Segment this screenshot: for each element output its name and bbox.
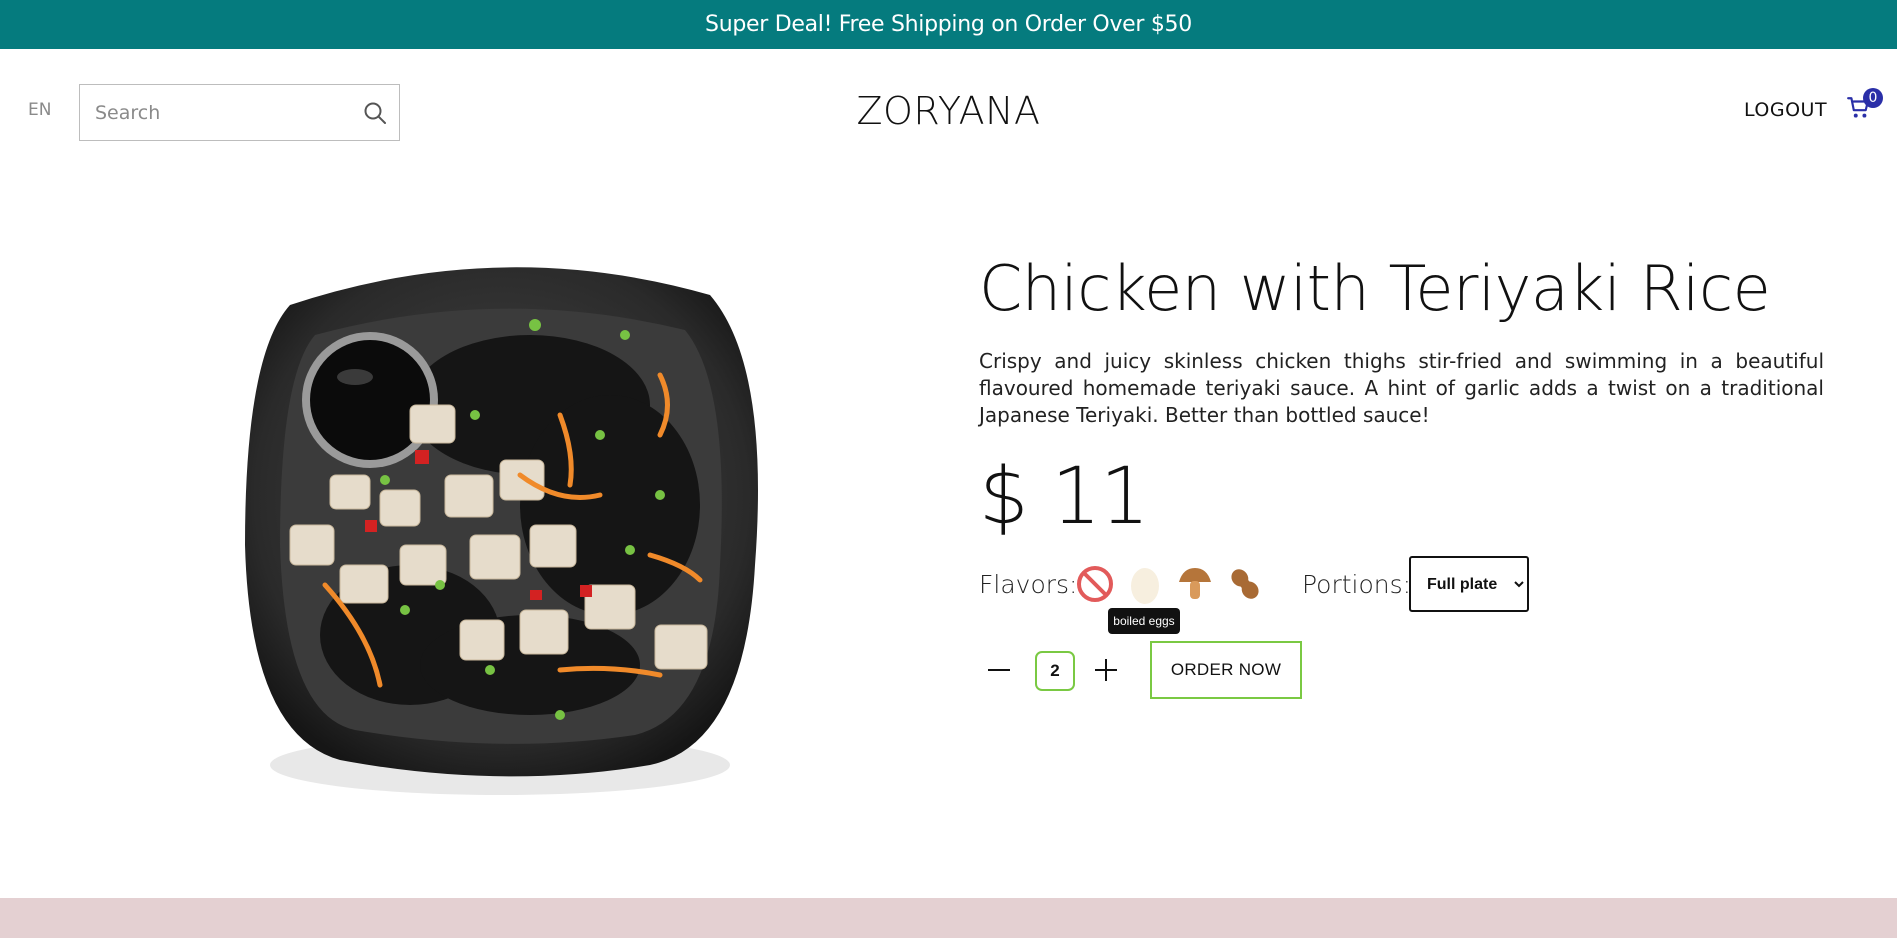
order-now-button[interactable]: ORDER NOW — [1150, 641, 1302, 699]
quantity-value[interactable]: 2 — [1035, 651, 1075, 691]
promo-banner: Super Deal! Free Shipping on Order Over … — [0, 0, 1897, 49]
promo-text: Super Deal! Free Shipping on Order Over … — [705, 12, 1192, 37]
portion-select[interactable]: Full plate — [1409, 556, 1529, 612]
footer-band — [0, 898, 1897, 938]
product-info: Chicken with Teriyaki Rice Crispy and ju… — [979, 255, 1824, 429]
search-icon[interactable] — [361, 99, 389, 127]
brand-logo[interactable]: ZORYANA — [856, 89, 1040, 133]
flavor-tooltip: boiled eggs — [1108, 608, 1180, 634]
language-selector[interactable]: EN — [28, 100, 51, 120]
search-input[interactable] — [80, 85, 361, 140]
product-title: Chicken with Teriyaki Rice — [979, 252, 1771, 325]
options-row: Flavors: Portions: Full plate — [979, 556, 1579, 612]
product-price: $ 11 — [979, 452, 1150, 542]
prohibited-icon[interactable] — [1073, 562, 1117, 606]
product-image — [230, 245, 770, 825]
site-header: EN ZORYANA LOGOUT 0 — [0, 49, 1897, 174]
egg-icon[interactable] — [1123, 562, 1167, 606]
decrease-quantity-button[interactable] — [979, 650, 1019, 690]
quantity-row: 2 ORDER NOW — [979, 641, 1379, 699]
increase-quantity-button[interactable] — [1086, 650, 1126, 690]
flavors-label: Flavors: — [979, 570, 1078, 599]
product-description: Crispy and juicy skinless chicken thighs… — [979, 349, 1824, 427]
peanut-icon[interactable] — [1223, 562, 1267, 606]
portions-label: Portions: — [1302, 570, 1412, 599]
search-box — [79, 84, 400, 141]
logout-link[interactable]: LOGOUT — [1744, 99, 1827, 121]
cart-count-badge: 0 — [1863, 88, 1883, 108]
mushroom-icon[interactable] — [1173, 562, 1217, 606]
